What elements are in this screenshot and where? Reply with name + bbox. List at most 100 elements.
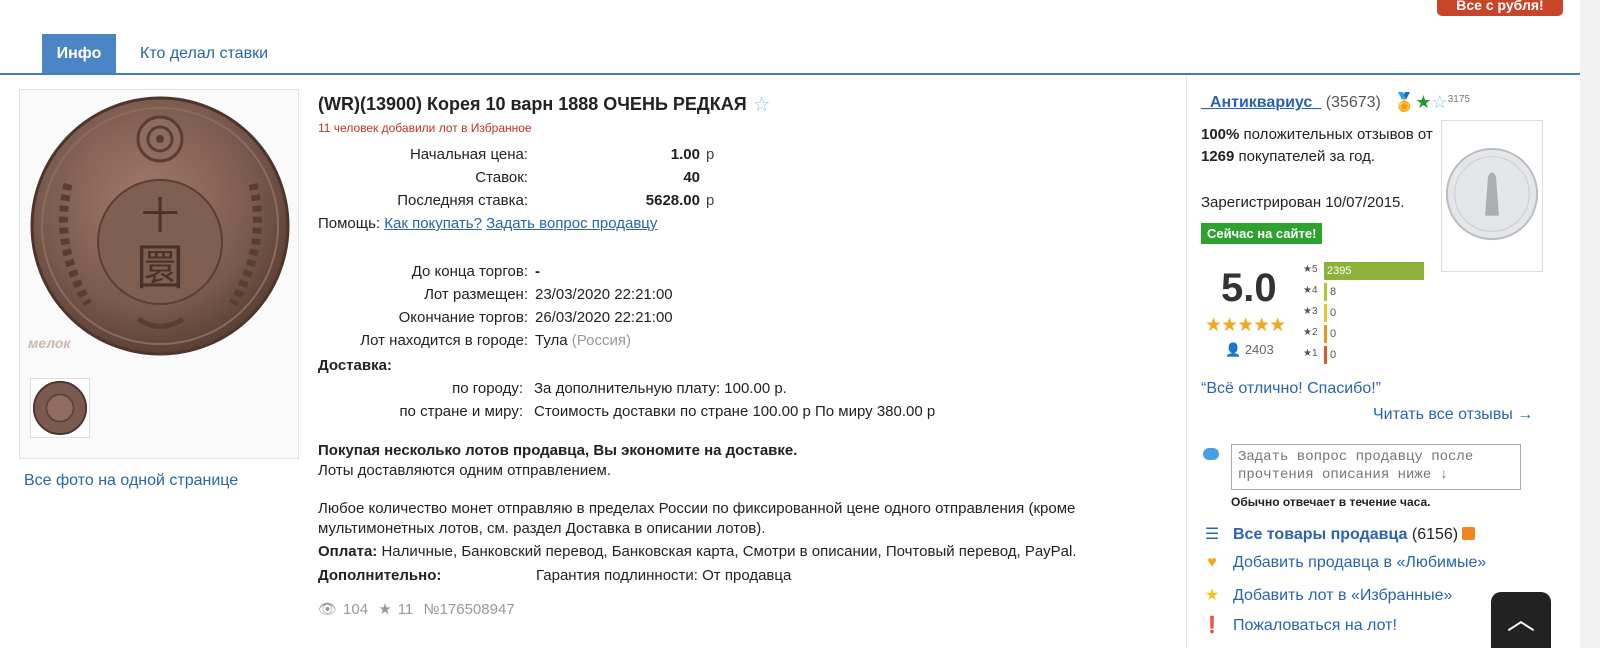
shipping-note-line2: мультимонетных лотов, см. раздел Доставк… — [318, 520, 766, 537]
city-label: Лот находится в городе: — [360, 332, 528, 349]
currency: р — [706, 146, 715, 163]
green-star-icon: ★ — [1415, 92, 1432, 112]
complain-row[interactable]: ❗ Пожаловаться на лот! — [1201, 615, 1397, 635]
registered-date: Зарегистрирован 10/07/2015. — [1201, 194, 1405, 211]
last-bid-value: 5628.00 — [645, 192, 700, 209]
rating-bar-value: 0 — [1330, 349, 1337, 361]
positive-text-1: положительных отзывов от — [1239, 126, 1433, 143]
bids-label: Ставок: — [475, 169, 528, 186]
scroll-to-top-button[interactable]: ︿ — [1491, 592, 1551, 648]
save-note-title: Покупая несколько лотов продавца, Вы эко… — [318, 442, 798, 459]
coin-thumbnail[interactable] — [30, 378, 90, 438]
svg-text:圜: 圜 — [136, 240, 184, 296]
lot-title-text: (WR)(13900) Корея 10 варн 1888 ОЧЕНЬ РЕД… — [318, 94, 747, 114]
seller-panel: _Антиквариус_ (35673) 🏅★☆3175 100% полож… — [1186, 76, 1580, 648]
review-count-value: 2403 — [1244, 342, 1274, 357]
rating-bar — [1324, 346, 1327, 364]
complain-link[interactable]: Пожаловаться на лот! — [1233, 617, 1397, 634]
seller-header: _Антиквариус_ (35673) — [1201, 94, 1381, 112]
scrollbar[interactable] — [1580, 0, 1600, 648]
review-count: 👤 2403 — [1225, 342, 1274, 358]
heart-icon: ♥ — [1207, 554, 1217, 571]
read-all-reviews-link[interactable]: Читать все отзывы → — [1373, 406, 1533, 424]
placed-label: Лот размещен: — [424, 286, 528, 303]
delivery-city-label: по городу: — [452, 380, 523, 397]
watermark-logo: мелок — [28, 335, 71, 351]
small-number: 3175 — [1447, 94, 1470, 105]
city-name: Тула — [535, 332, 568, 349]
rating-bar — [1324, 283, 1327, 301]
person-icon: 👤 — [1225, 342, 1242, 357]
all-from-ruble-badge: Все с рубля! — [1437, 0, 1563, 16]
delivery-world-label: по стране и миру: — [399, 403, 523, 420]
extra-label: Дополнительно: — [318, 567, 442, 584]
last-bid-label: Последняя ставка: — [397, 192, 528, 209]
outline-star-icon: ☆ — [1431, 92, 1448, 112]
help-row: Помощь: Как покупать? Задать вопрос прод… — [318, 215, 657, 232]
bids-value: 40 — [683, 169, 700, 186]
add-fav-lot-link[interactable]: Добавить лот в «Избранные» — [1233, 587, 1452, 604]
star-icon: ★ — [1204, 587, 1220, 604]
reply-time-note: Обычно отвечает в течение часа. — [1231, 495, 1431, 509]
all-photos-link[interactable]: Все фото на одной странице — [24, 472, 238, 490]
positive-buyers: 1269 — [1201, 148, 1235, 165]
rating-bar-label: ★2 — [1303, 327, 1318, 338]
warning-icon: ❗ — [1202, 617, 1222, 634]
lot-number: №176508947 — [423, 601, 515, 618]
rating-bar-label: ★1 — [1303, 348, 1318, 359]
rating-bar-label: ★3 — [1303, 306, 1318, 317]
tab-info[interactable]: Инфо — [42, 34, 116, 73]
ask-seller-input[interactable] — [1231, 444, 1521, 490]
main-coin-photo[interactable]: 十 圜 — [28, 94, 293, 359]
start-price-label: Начальная цена: — [409, 146, 528, 163]
rating-bar — [1324, 304, 1327, 322]
all-goods-row[interactable]: ☰ Все товары продавца (6156) — [1201, 524, 1476, 544]
start-price-value: 1.00 — [670, 146, 700, 163]
rating-bar-value: 0 — [1330, 307, 1337, 319]
end-label: Окончание торгов: — [398, 309, 528, 326]
save-note-text: Лоты доставляются одним отправлением. — [318, 462, 612, 479]
help-label: Помощь: — [318, 215, 381, 232]
lot-title: (WR)(13900) Корея 10 варн 1888 ОЧЕНЬ РЕД… — [318, 92, 771, 117]
add-fav-seller-row[interactable]: ♥ Добавить продавца в «Любимые» — [1201, 554, 1486, 572]
all-goods-link[interactable]: Все товары продавца — [1233, 526, 1407, 543]
rating-bar-value: 0 — [1330, 328, 1337, 340]
seller-name-link[interactable]: _Антиквариус_ — [1201, 94, 1321, 111]
medal-icon: 🏅 — [1393, 92, 1416, 112]
ask-seller-link[interactable]: Задать вопрос продавцу — [486, 215, 657, 232]
positive-text-2: покупателей за год. — [1234, 148, 1376, 165]
payment-value: Наличные, Банковский перевод, Банковская… — [381, 543, 1077, 560]
payment-label: Оплата: — [318, 543, 378, 560]
lot-stats: 👁 104 ★ 11 №176508947 — [318, 600, 521, 618]
svg-text:十: 十 — [141, 194, 179, 238]
list-icon: ☰ — [1204, 526, 1220, 543]
rss-icon[interactable] — [1462, 527, 1476, 540]
end-value: 26/03/2020 22:21:00 — [535, 309, 673, 326]
positive-feedback-text: 100% положительных отзывов от 1269 покуп… — [1201, 124, 1433, 168]
favorites-count: 11 человек добавили лот в Избранное — [318, 121, 532, 135]
extra-value: Гарантия подлинности: От продавца — [536, 567, 792, 584]
eye-icon: 👁 — [318, 601, 338, 618]
delivery-world-value: Стоимость доставки по стране 100.00 р По… — [534, 403, 936, 420]
all-goods-count: (6156) — [1411, 526, 1459, 543]
rating-bar-label: ★4 — [1303, 285, 1318, 296]
tab-bar: Инфо Кто делал ставки — [0, 34, 1580, 75]
shipping-note-line1: Любое количество монет отправляю в преде… — [318, 500, 1076, 517]
rating-stars-icon: ★★★★★ — [1205, 315, 1286, 336]
views-count: 104 — [343, 601, 369, 618]
how-to-buy-link[interactable]: Как покупать? — [384, 215, 482, 232]
overall-rating: 5.0 — [1221, 266, 1277, 310]
ends-in-label: До конца торгов: — [411, 263, 528, 280]
add-fav-seller-link[interactable]: Добавить продавца в «Любимые» — [1233, 554, 1486, 571]
delivery-city-value: За дополнительную плату: 100.00 р. — [534, 380, 787, 397]
add-fav-lot-row[interactable]: ★ Добавить лот в «Избранные» — [1201, 585, 1453, 605]
stars-count: 11 — [397, 601, 414, 618]
payment-row: Оплата: Наличные, Банковский перевод, Ба… — [318, 543, 1077, 560]
rating-bar-value: 2395 — [1327, 265, 1352, 277]
extra-row: Дополнительно: Гарантия подлинности: От … — [318, 567, 791, 584]
tab-bidders[interactable]: Кто делал ставки — [140, 34, 268, 73]
favorite-star-icon[interactable]: ☆ — [753, 92, 771, 117]
star-icon: ★ — [378, 601, 392, 618]
chat-bubble-icon — [1203, 448, 1219, 460]
seller-avatar[interactable] — [1441, 120, 1543, 272]
